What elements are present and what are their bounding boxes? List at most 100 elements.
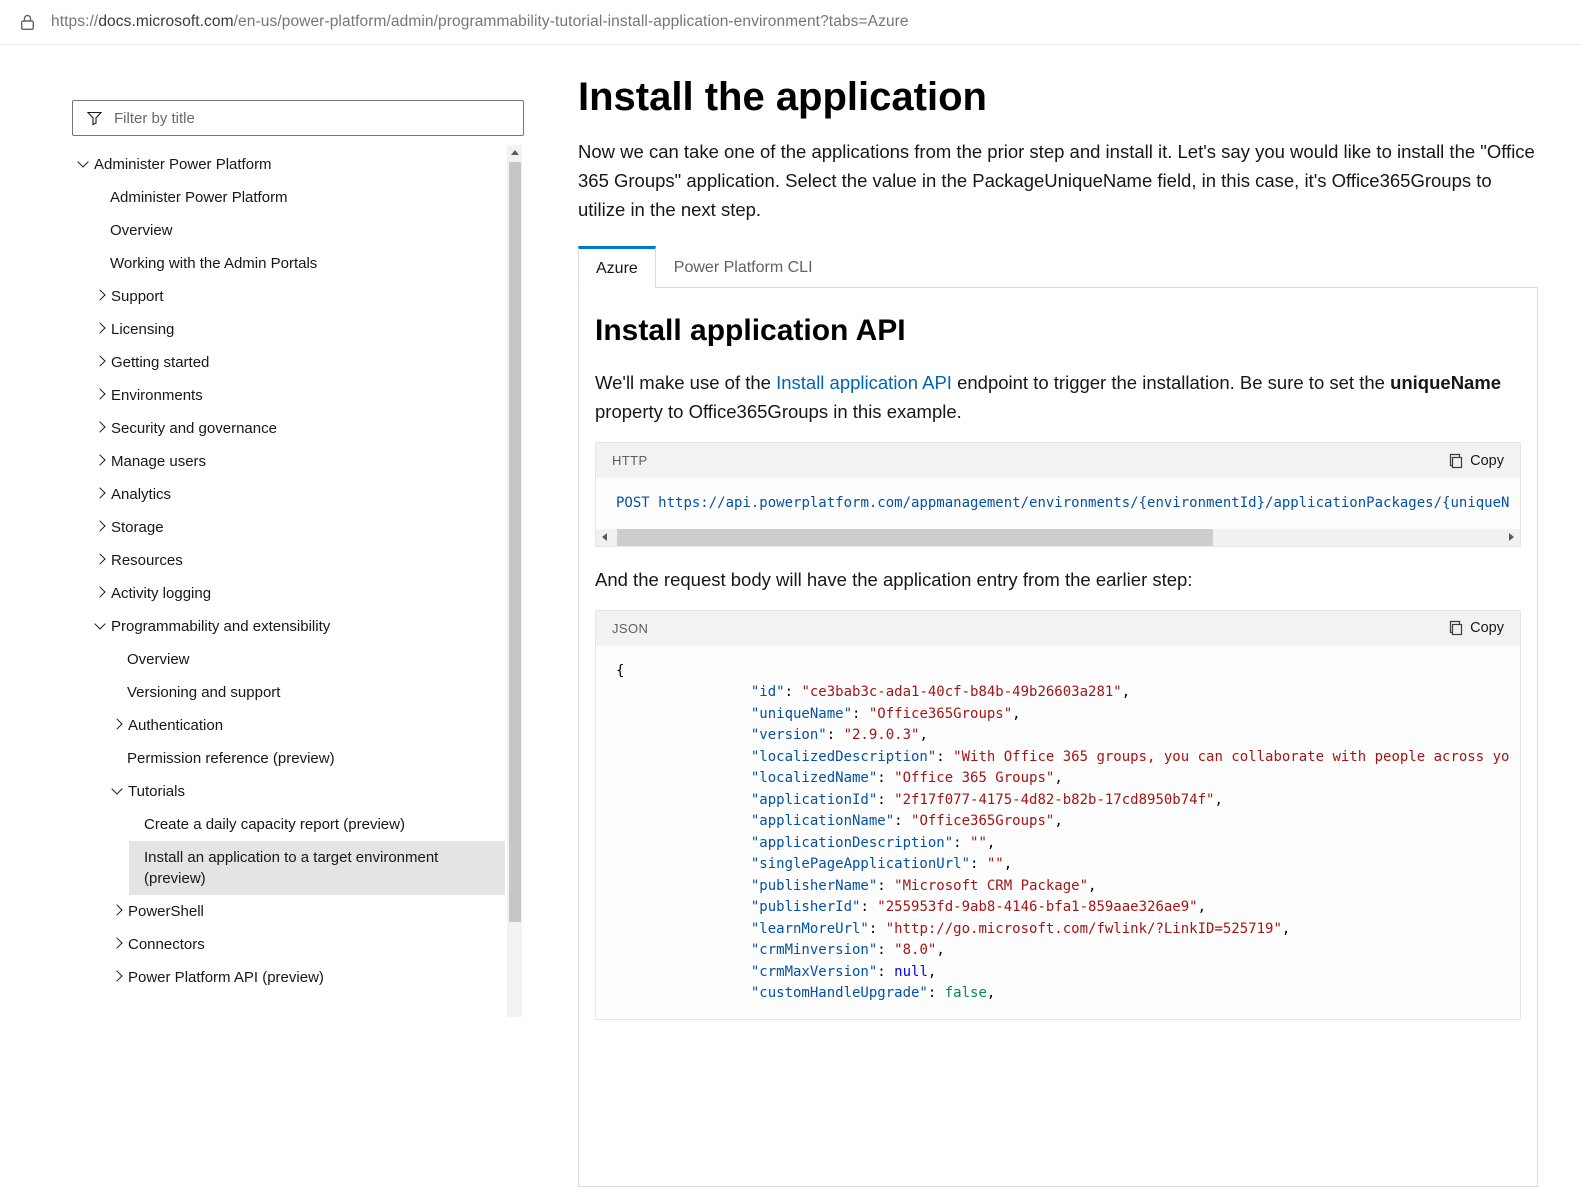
chevron-right-icon xyxy=(111,970,122,981)
scroll-right-button[interactable] xyxy=(1503,529,1520,546)
sidebar-item-label: Install an application to a target envir… xyxy=(144,847,497,889)
scroll-up-button[interactable] xyxy=(507,145,522,160)
chevron-right-icon xyxy=(94,487,105,498)
sidebar-item-label: Authentication xyxy=(128,715,223,736)
url-scheme: https:// xyxy=(51,13,98,30)
sidebar-scrollbar[interactable] xyxy=(507,145,522,1017)
sidebar-item-label: Permission reference (preview) xyxy=(127,748,335,769)
sidebar-item-label: Licensing xyxy=(111,319,174,340)
sidebar-item[interactable]: Power Platform API (preview) xyxy=(112,961,505,994)
sidebar-item[interactable]: Authentication xyxy=(112,709,505,742)
url-domain: docs.microsoft.com xyxy=(98,13,233,30)
filter-input[interactable] xyxy=(112,100,523,136)
chevron-right-icon xyxy=(94,553,105,564)
chevron-right-icon xyxy=(94,421,105,432)
api-paragraph: We'll make use of the Install applicatio… xyxy=(595,368,1521,426)
sidebar-item[interactable]: Install an application to a target envir… xyxy=(129,841,505,895)
chevron-down-icon xyxy=(77,156,88,167)
sidebar-item-label: Administer Power Platform xyxy=(110,187,288,208)
copy-button[interactable]: Copy xyxy=(1444,451,1508,471)
chevron-right-icon xyxy=(94,355,105,366)
sidebar-item-label: Tutorials xyxy=(128,781,185,802)
http-horizontal-scrollbar[interactable] xyxy=(596,529,1520,546)
scrollbar-track[interactable] xyxy=(613,529,1503,546)
intro-paragraph: Now we can take one of the applications … xyxy=(578,137,1538,224)
api-paragraph-middle: endpoint to trigger the installation. Be… xyxy=(952,372,1390,393)
sidebar-item[interactable]: Getting started xyxy=(95,346,505,379)
chevron-right-icon xyxy=(94,322,105,333)
sidebar-item[interactable]: Create a daily capacity report (preview) xyxy=(129,808,505,841)
sidebar-item[interactable]: Programmability and extensibility xyxy=(95,610,505,643)
sidebar-item[interactable]: Environments xyxy=(95,379,505,412)
json-code-header: JSON Copy xyxy=(596,611,1520,646)
sidebar-item-label: Administer Power Platform xyxy=(94,154,272,175)
sidebar-item-label: Security and governance xyxy=(111,418,277,439)
sidebar-item-label: Overview xyxy=(127,649,190,670)
install-application-api-link[interactable]: Install application API xyxy=(776,372,952,393)
sidebar-item[interactable]: Tutorials xyxy=(112,775,505,808)
chevron-right-icon xyxy=(94,388,105,399)
tab-azure[interactable]: Azure xyxy=(578,246,656,288)
sidebar-item[interactable]: Manage users xyxy=(95,445,505,478)
sidebar-item-label: Power Platform API (preview) xyxy=(128,967,324,988)
sidebar-item[interactable]: Analytics xyxy=(95,478,505,511)
lock-icon xyxy=(20,14,35,31)
sidebar-item[interactable]: Support xyxy=(95,280,505,313)
sidebar-item[interactable]: Activity logging xyxy=(95,577,505,610)
sidebar-item-label: Connectors xyxy=(128,934,205,955)
unique-name-bold: uniqueName xyxy=(1390,372,1501,393)
code-language-label: JSON xyxy=(612,621,648,636)
sidebar-item[interactable]: Overview xyxy=(112,643,505,676)
sidebar-item[interactable]: Working with the Admin Portals xyxy=(95,247,505,280)
chevron-down-icon xyxy=(111,783,122,794)
sidebar-item[interactable]: Resources xyxy=(95,544,505,577)
copy-button[interactable]: Copy xyxy=(1444,618,1508,638)
filter-box[interactable] xyxy=(72,100,524,136)
sidebar-item[interactable]: Overview xyxy=(95,214,505,247)
chevron-right-icon xyxy=(111,937,122,948)
scrollbar-thumb[interactable] xyxy=(617,529,1213,546)
sidebar-item-label: Resources xyxy=(111,550,183,571)
url-path: /en-us/power-platform/admin/programmabil… xyxy=(234,13,909,30)
sidebar-item[interactable]: Versioning and support xyxy=(112,676,505,709)
tab-power-platform-cli[interactable]: Power Platform CLI xyxy=(656,246,831,287)
api-paragraph-after: property to Office365Groups in this exam… xyxy=(595,401,962,422)
sidebar: Administer Power Platform Administer Powe… xyxy=(72,100,524,1017)
sidebar-item[interactable]: Connectors xyxy=(112,928,505,961)
sidebar-item-label: Working with the Admin Portals xyxy=(110,253,317,274)
sidebar-item-label: Manage users xyxy=(111,451,206,472)
sidebar-item-label: Storage xyxy=(111,517,164,538)
filter-funnel-icon xyxy=(86,110,103,126)
tab-group: Azure Power Platform CLI xyxy=(578,246,1538,287)
main-content: Install the application Now we can take … xyxy=(578,45,1538,1187)
json-code-block: JSON Copy { "id": "ce3bab3c-ada1-40cf-b8… xyxy=(595,610,1521,1020)
chevron-right-icon xyxy=(94,289,105,300)
sidebar-item[interactable]: PowerShell xyxy=(112,895,505,928)
sidebar-item-label: Activity logging xyxy=(111,583,211,604)
chevron-right-icon xyxy=(94,586,105,597)
sidebar-item[interactable]: Storage xyxy=(95,511,505,544)
sidebar-item[interactable]: Licensing xyxy=(95,313,505,346)
triangle-up-icon xyxy=(511,150,519,155)
sidebar-item-label: Programmability and extensibility xyxy=(111,616,330,637)
triangle-left-icon xyxy=(602,533,607,541)
browser-address-bar[interactable]: https://docs.microsoft.com/en-us/power-p… xyxy=(0,0,1581,45)
http-code: POST https://api.powerplatform.com/appma… xyxy=(596,478,1520,529)
scroll-left-button[interactable] xyxy=(596,529,613,546)
chevron-right-icon xyxy=(111,718,122,729)
api-paragraph-before: We'll make use of the xyxy=(595,372,776,393)
sidebar-item[interactable]: Permission reference (preview) xyxy=(112,742,505,775)
sidebar-item-label: PowerShell xyxy=(128,901,204,922)
sidebar-item[interactable]: Administer Power Platform xyxy=(78,148,505,181)
copy-button-label: Copy xyxy=(1470,620,1504,636)
copy-icon xyxy=(1448,453,1464,469)
page-title: Install the application xyxy=(578,73,1538,121)
sidebar-item-label: Create a daily capacity report (preview) xyxy=(144,814,405,835)
sidebar-scrollbar-thumb[interactable] xyxy=(509,162,521,922)
url-text: https://docs.microsoft.com/en-us/power-p… xyxy=(51,13,909,31)
chevron-down-icon xyxy=(94,618,105,629)
triangle-right-icon xyxy=(1509,533,1514,541)
sidebar-item-label: Analytics xyxy=(111,484,171,505)
sidebar-item[interactable]: Security and governance xyxy=(95,412,505,445)
sidebar-item[interactable]: Administer Power Platform xyxy=(95,181,505,214)
